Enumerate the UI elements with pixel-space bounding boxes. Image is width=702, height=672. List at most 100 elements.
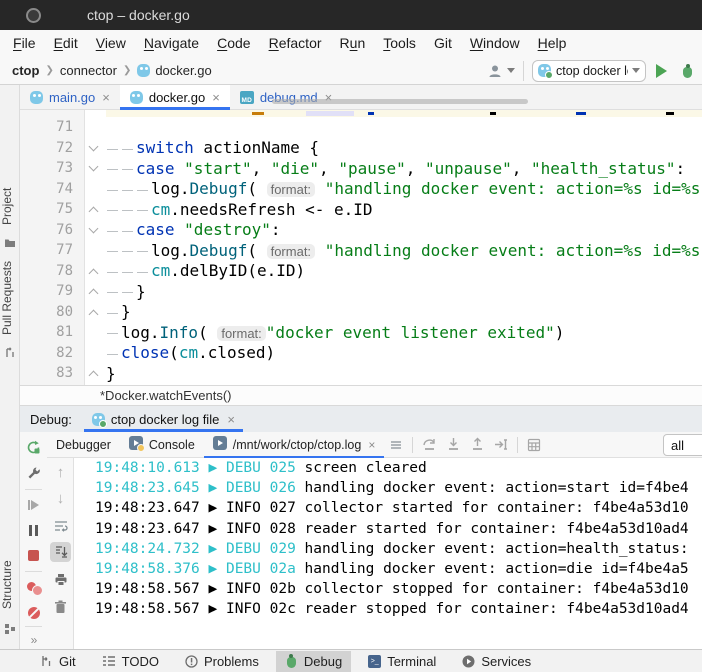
menu-item-edit[interactable]: Edit (45, 30, 87, 57)
fold-end-icon[interactable] (89, 289, 99, 299)
fold-marker[interactable] (85, 220, 106, 241)
menu-item-file[interactable]: File (4, 30, 45, 57)
title-bar[interactable]: ctop – docker.go (0, 0, 702, 30)
menu-item-view[interactable]: View (87, 30, 135, 57)
log-row[interactable]: 19:48:58.567 ▶ INFO 02b collector stoppe… (74, 579, 702, 599)
code-line-75[interactable]: 75cm.needsRefresh <- e.ID (20, 199, 702, 220)
code-line-80[interactable]: 80} (20, 302, 702, 323)
stop-button[interactable] (23, 545, 44, 565)
menu-item-help[interactable]: Help (529, 30, 576, 57)
soft-wrap-icon[interactable] (50, 516, 71, 536)
fold-marker[interactable] (85, 281, 106, 302)
sidebar-item-project[interactable]: Project (0, 182, 20, 230)
log-row[interactable]: 19:48:58.376 ▶ DEBU 02a handling docker … (74, 559, 702, 579)
menu-item-run[interactable]: Run (331, 30, 375, 57)
log-console[interactable]: 19:48:10.613 ▶ DEBU 025 screen cleared19… (74, 458, 702, 649)
code-editor[interactable]: 7172switch actionName {73case "start", "… (20, 110, 702, 385)
window-control-icon[interactable] (26, 8, 41, 23)
evaluate-expression-icon[interactable] (523, 434, 545, 456)
tabstrip-scrollbar[interactable] (272, 99, 528, 104)
code-line-76[interactable]: 76case "destroy": (20, 220, 702, 241)
breadcrumb-project[interactable]: ctop (12, 63, 39, 78)
menu-item-window[interactable]: Window (461, 30, 529, 57)
pause-program-button[interactable] (23, 520, 44, 540)
breadcrumb-package[interactable]: connector (60, 63, 117, 78)
options-menu-icon[interactable] (385, 434, 407, 456)
toolwindow-button-git[interactable]: Git (30, 651, 85, 672)
sidebar-item-structure[interactable]: Structure (0, 553, 20, 617)
step-over-icon[interactable] (418, 434, 440, 456)
log-row[interactable]: 19:48:10.613 ▶ DEBU 025 screen cleared (74, 458, 702, 478)
log-row[interactable]: 19:48:23.645 ▶ DEBU 026 handling docker … (74, 478, 702, 498)
editor-tab-docker-go[interactable]: docker.go× (120, 85, 230, 109)
scroll-to-end-icon[interactable] (50, 542, 71, 562)
code-line-83[interactable]: 83} (20, 363, 702, 384)
run-to-cursor-icon[interactable] (490, 434, 512, 456)
fold-open-icon[interactable] (89, 223, 99, 233)
console-tab--mnt-work-ctop-ctop-log[interactable]: /mnt/work/ctop/ctop.log× (204, 432, 385, 458)
fold-marker[interactable] (85, 302, 106, 323)
toolwindow-button-services[interactable]: Services (453, 651, 540, 672)
prev-occurrence-icon[interactable]: ↑ (50, 462, 71, 482)
resume-program-button[interactable] (23, 495, 44, 515)
fold-end-icon[interactable] (89, 309, 99, 319)
log-filter-select[interactable]: all (663, 434, 702, 456)
fold-marker[interactable] (85, 199, 106, 220)
code-line-73[interactable]: 73case "start", "die", "pause", "unpause… (20, 158, 702, 179)
step-out-icon[interactable] (466, 434, 488, 456)
run-button[interactable] (656, 64, 667, 78)
fold-end-icon[interactable] (89, 268, 99, 278)
project-folder-icon[interactable] (4, 237, 16, 249)
debug-button[interactable] (681, 64, 694, 78)
code-with-me-button[interactable] (487, 63, 515, 79)
mute-breakpoints-icon[interactable] (23, 603, 44, 623)
close-icon[interactable]: × (227, 412, 235, 427)
fold-end-icon[interactable] (89, 371, 99, 381)
code-line-79[interactable]: 79} (20, 281, 702, 302)
fold-marker[interactable] (85, 363, 106, 384)
code-line-74[interactable]: 74log.Debugf( format: "handling docker e… (20, 179, 702, 200)
menu-item-code[interactable]: Code (208, 30, 259, 57)
editor-tab-debug-md[interactable]: MDdebug.md× (230, 85, 342, 109)
code-line-82[interactable]: 82close(cm.closed) (20, 343, 702, 364)
print-icon[interactable] (50, 570, 71, 590)
view-breakpoints-icon[interactable] (23, 578, 44, 598)
pull-requests-icon[interactable] (4, 347, 16, 359)
fold-end-icon[interactable] (89, 207, 99, 217)
code-line-77[interactable]: 77log.Debugf( format: "handling docker e… (20, 240, 702, 261)
clear-log-trash-icon[interactable] (50, 597, 71, 617)
fold-marker[interactable] (85, 261, 106, 282)
structure-icon[interactable] (4, 623, 16, 635)
code-line-71[interactable]: 71 (20, 117, 702, 138)
console-tab-debugger[interactable]: Debugger (47, 432, 120, 458)
log-row[interactable]: 19:48:24.732 ▶ DEBU 029 handling docker … (74, 539, 702, 559)
next-occurrence-icon[interactable]: ↓ (50, 488, 71, 508)
step-into-icon[interactable] (442, 434, 464, 456)
log-row[interactable]: 19:48:58.567 ▶ INFO 02c reader stopped f… (74, 599, 702, 619)
sidebar-item-pull-requests[interactable]: Pull Requests (0, 255, 20, 341)
run-configuration-select[interactable]: ctop docker log file (532, 60, 646, 82)
context-method[interactable]: *Docker.watchEvents() (100, 388, 232, 403)
breadcrumb-file[interactable]: docker.go (155, 63, 211, 78)
fold-open-icon[interactable] (89, 162, 99, 172)
menu-item-git[interactable]: Git (425, 30, 461, 57)
menu-item-navigate[interactable]: Navigate (135, 30, 208, 57)
close-icon[interactable]: × (102, 90, 110, 105)
code-line-72[interactable]: 72switch actionName { (20, 138, 702, 159)
toolwindow-button-problems[interactable]: Problems (176, 651, 268, 672)
menu-item-tools[interactable]: Tools (374, 30, 425, 57)
fold-open-icon[interactable] (89, 141, 99, 151)
toolwindow-button-debug[interactable]: Debug (276, 651, 351, 672)
code-line-81[interactable]: 81log.Info( format:"docker event listene… (20, 322, 702, 343)
fold-marker[interactable] (85, 158, 106, 179)
console-tab-console[interactable]: Console (120, 432, 204, 458)
log-row[interactable]: 19:48:23.647 ▶ INFO 027 collector starte… (74, 498, 702, 518)
fold-marker[interactable] (85, 138, 106, 159)
menu-item-refactor[interactable]: Refactor (260, 30, 331, 57)
toolwindow-button-todo[interactable]: TODO (93, 651, 168, 672)
close-icon[interactable]: × (368, 438, 375, 452)
toolwindow-button-terminal[interactable]: >_Terminal (359, 651, 445, 672)
editor-tab-main-go[interactable]: main.go× (20, 85, 120, 109)
rerun-button[interactable] (23, 437, 44, 457)
more-actions-button[interactable]: » (23, 630, 44, 650)
